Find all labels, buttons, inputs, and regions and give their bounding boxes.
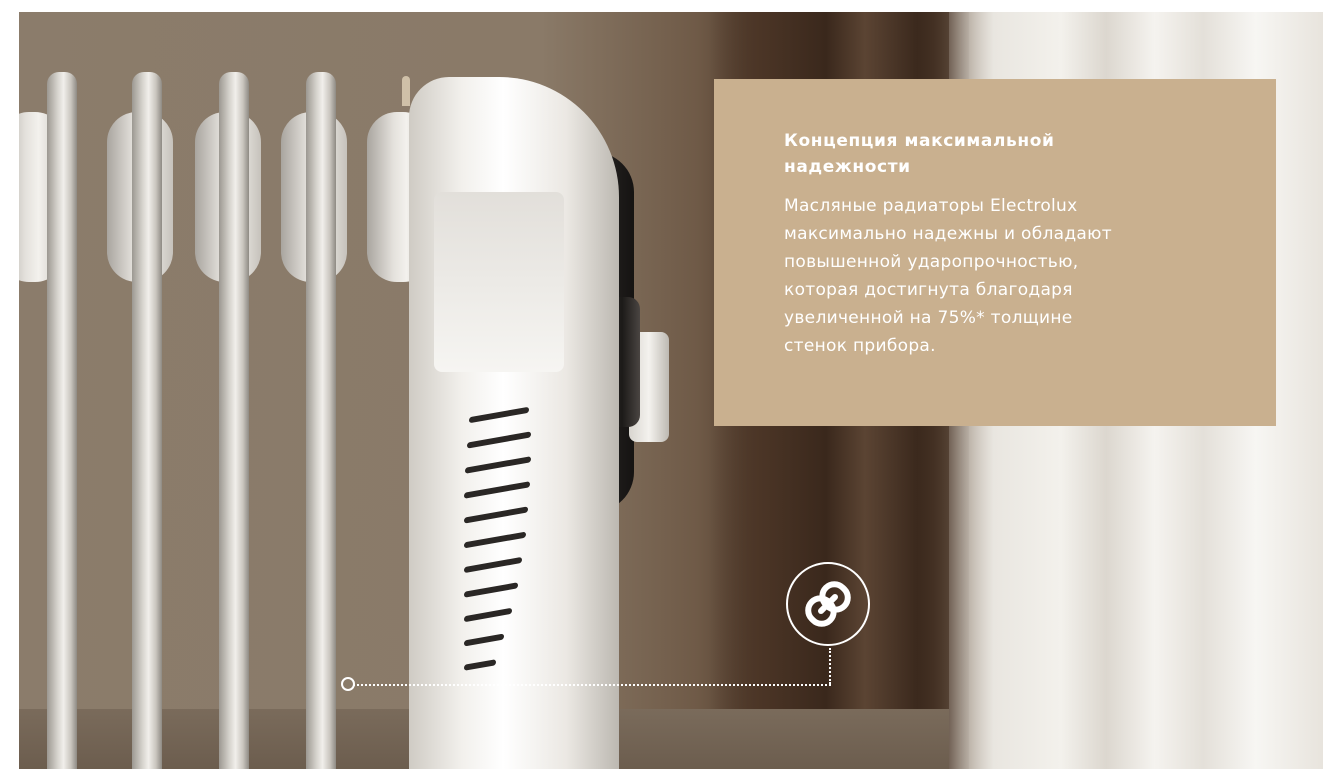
vent-slot — [464, 556, 522, 574]
connector-line-horizontal — [353, 684, 831, 686]
vent-slot — [464, 633, 504, 647]
description-line: которая достигнута благодаря — [784, 280, 1073, 300]
radiator-fin — [306, 72, 336, 769]
description-line: стенок прибора. — [784, 336, 936, 356]
body-inset — [434, 192, 564, 372]
feature-description: Масляные радиаторы Electrolux максимальн… — [784, 192, 1204, 360]
feature-hotspot-button[interactable] — [786, 562, 870, 646]
radiator-fin — [47, 72, 77, 769]
fin-tip — [402, 76, 410, 106]
radiator-fin — [132, 72, 162, 769]
vent-slot — [464, 531, 526, 549]
vent-slot — [464, 582, 518, 598]
radiator-fin — [219, 72, 249, 769]
feature-title-line: Концепция максимальной — [784, 131, 1055, 151]
description-line: повышенной ударопрочностью, — [784, 252, 1079, 272]
link-icon — [805, 581, 851, 627]
vent-slot — [464, 506, 528, 524]
radiator-body — [409, 77, 619, 769]
vent-slot — [465, 456, 531, 474]
vent-slot — [467, 431, 531, 449]
connector-line-vertical — [829, 648, 831, 684]
anchor-dot — [341, 677, 355, 691]
description-line: максимально надежны и обладают — [784, 224, 1112, 244]
vent-slot — [464, 659, 496, 671]
vent-slot — [469, 406, 529, 424]
feature-title-line: надежности — [784, 157, 911, 177]
description-line: увеличенной на 75%* толщине — [784, 308, 1073, 328]
feature-title: Концепция максимальной надежности — [784, 128, 1204, 180]
description-line: Масляные радиаторы Electrolux — [784, 196, 1078, 216]
vent-slot — [464, 607, 512, 623]
vent-slot — [464, 481, 530, 499]
